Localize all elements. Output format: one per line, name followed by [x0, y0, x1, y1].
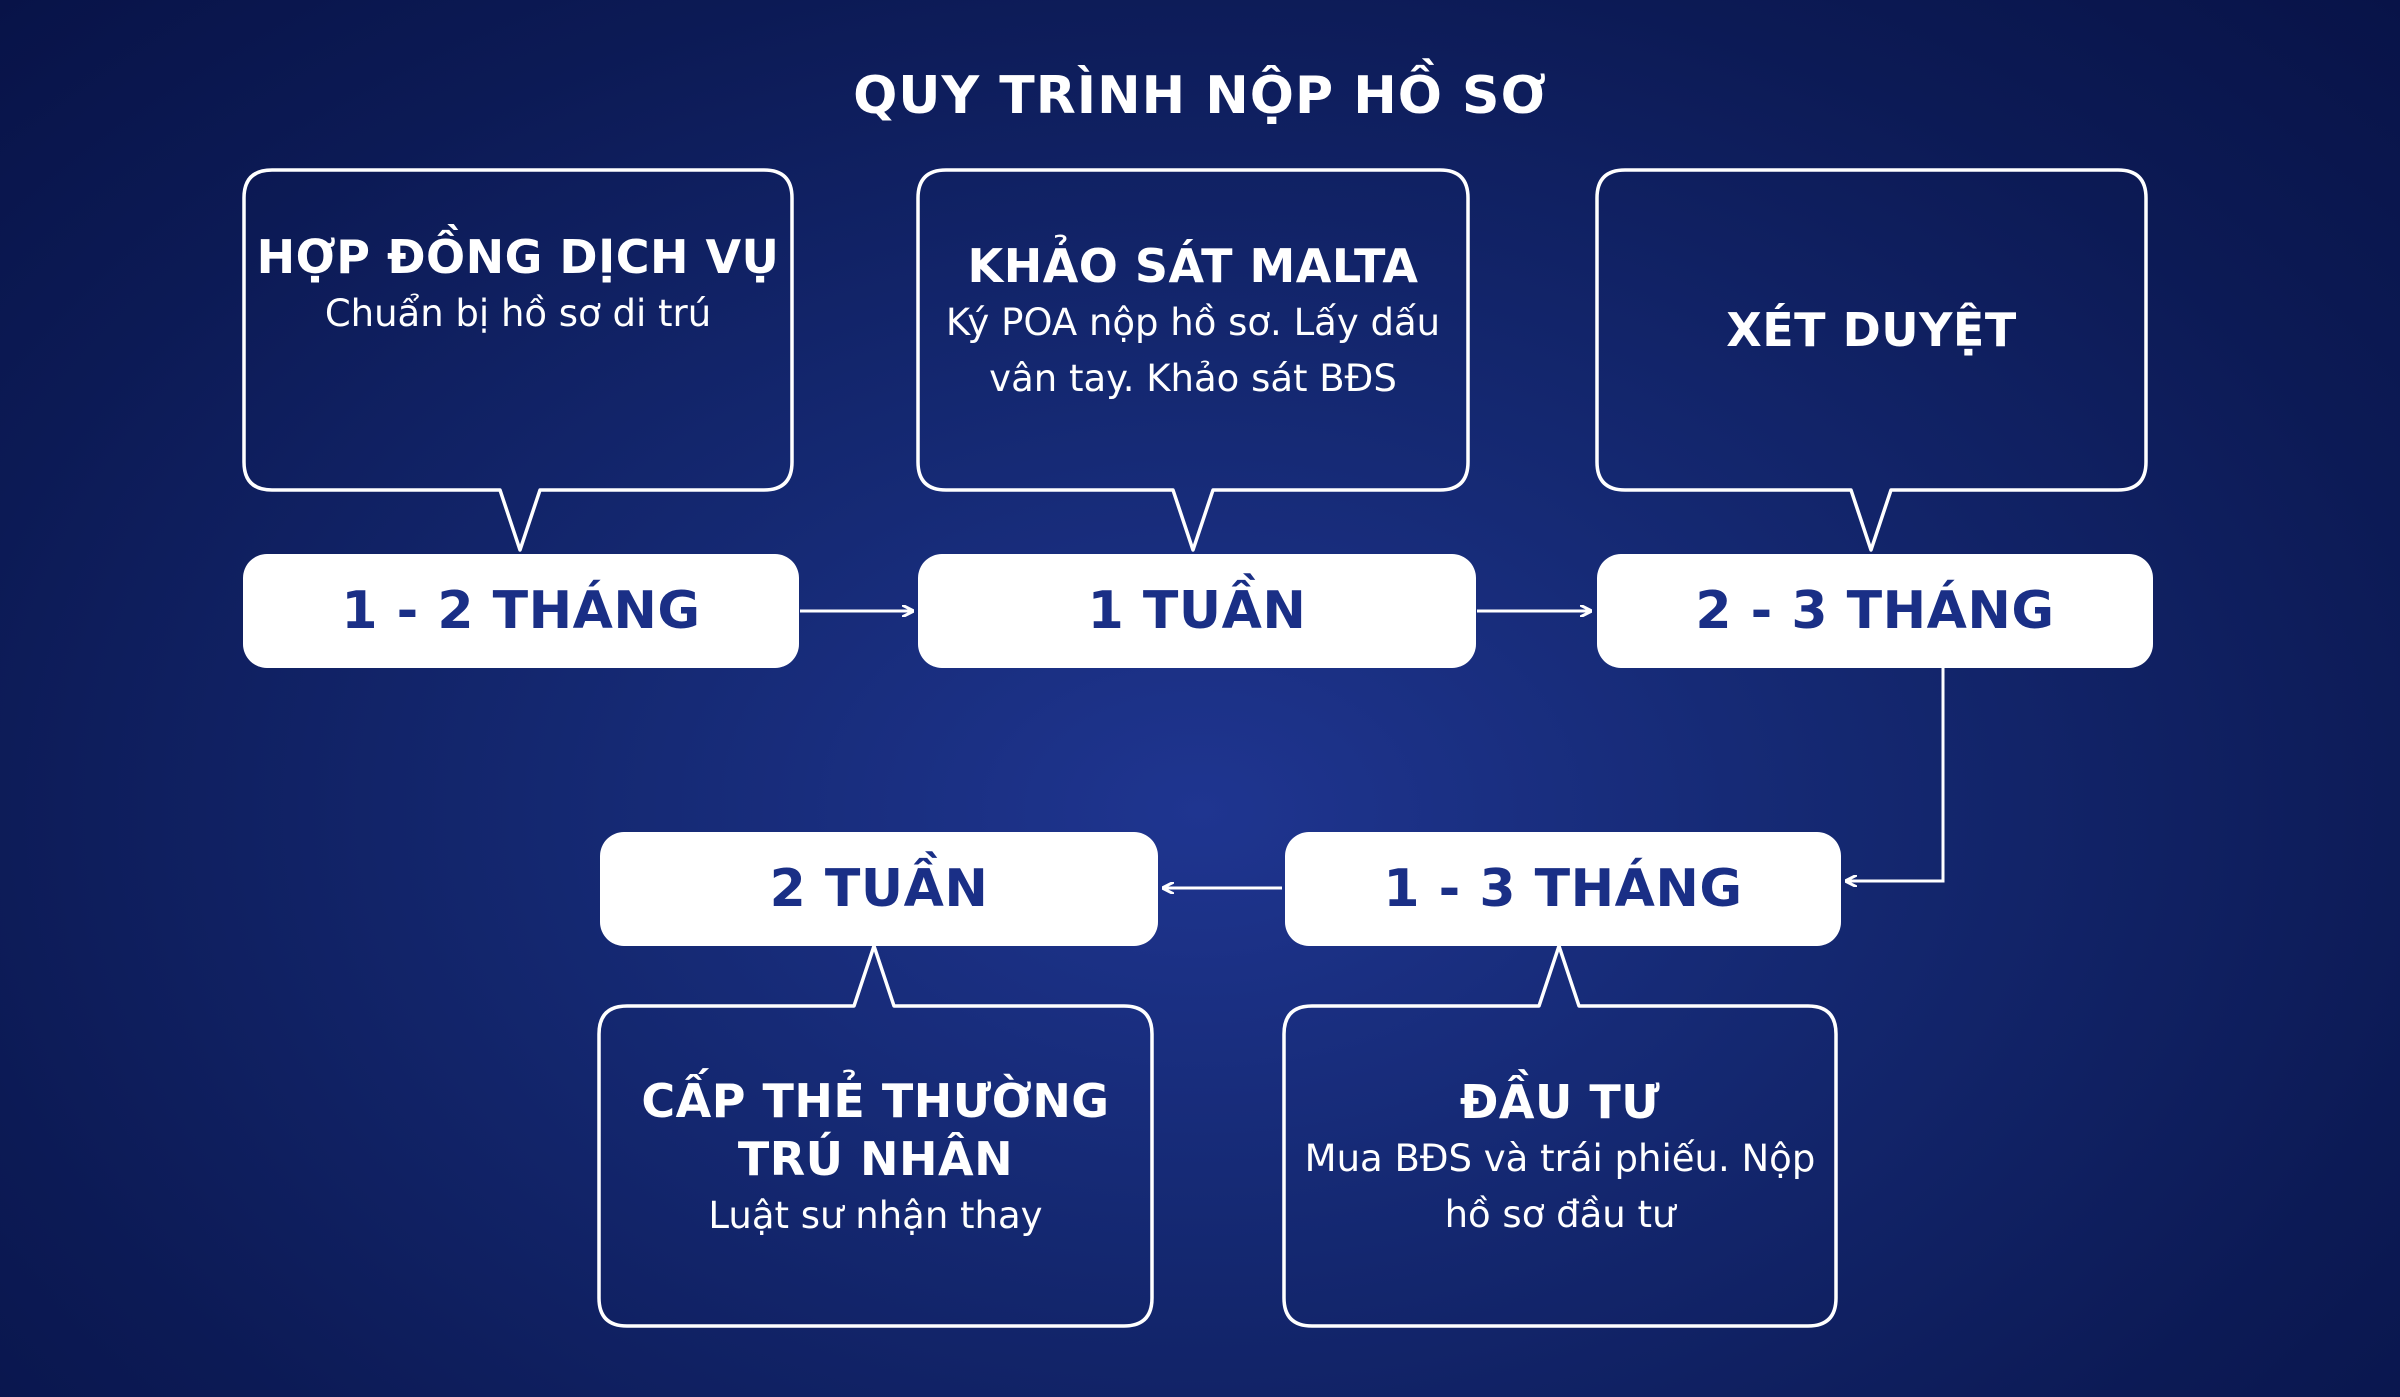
duration-pill-step-2: 1 TUẦN: [918, 554, 1476, 668]
step-2-description-line-1: Ký POA nộp hồ sơ. Lấy dấu: [945, 301, 1441, 344]
step-2-title: KHẢO SÁT MALTA: [967, 239, 1419, 293]
duration-pill-step-5: 2 TUẦN: [600, 832, 1158, 946]
duration-pill-step-1: 1 - 2 THÁNG: [243, 554, 799, 668]
arrow-step3-to-step4: [1847, 668, 1945, 881]
bubble-step-1: HỢP ĐỒNG DỊCH VỤ Chuẩn bị hồ sơ di trú: [244, 185, 792, 385]
duration-pill-step-3: 2 - 3 THÁNG: [1597, 554, 2153, 668]
step-4-description-line-2: hồ sơ đầu tư: [1444, 1193, 1676, 1236]
step-5-title-line-1: CẤP THẺ THƯỜNG: [641, 1074, 1110, 1128]
bubble-step-5: CẤP THẺ THƯỜNG TRÚ NHÂN Luật sư nhận tha…: [599, 1068, 1152, 1248]
step-3-title: XÉT DUYỆT: [1726, 303, 2017, 357]
step-1-description: Chuẩn bị hồ sơ di trú: [324, 292, 712, 335]
bubble-step-2: KHẢO SÁT MALTA Ký POA nộp hồ sơ. Lấy dấu…: [918, 232, 1468, 412]
duration-pill-step-4: 1 - 3 THÁNG: [1285, 832, 1841, 946]
step-5-description: Luật sư nhận thay: [708, 1194, 1043, 1237]
step-1-title: HỢP ĐỒNG DỊCH VỤ: [256, 230, 780, 284]
step-2-description-line-2: vân tay. Khảo sát BĐS: [989, 357, 1397, 400]
step-4-title: ĐẦU TƯ: [1459, 1075, 1661, 1129]
step-5-title-line-2: TRÚ NHÂN: [737, 1132, 1014, 1186]
bubble-step-3: XÉT DUYỆT: [1597, 170, 2146, 490]
bubble-step-4: ĐẦU TƯ Mua BĐS và trái phiếu. Nộp hồ sơ …: [1284, 1068, 1836, 1248]
step-4-description-line-1: Mua BĐS và trái phiếu. Nộp: [1304, 1137, 1816, 1180]
